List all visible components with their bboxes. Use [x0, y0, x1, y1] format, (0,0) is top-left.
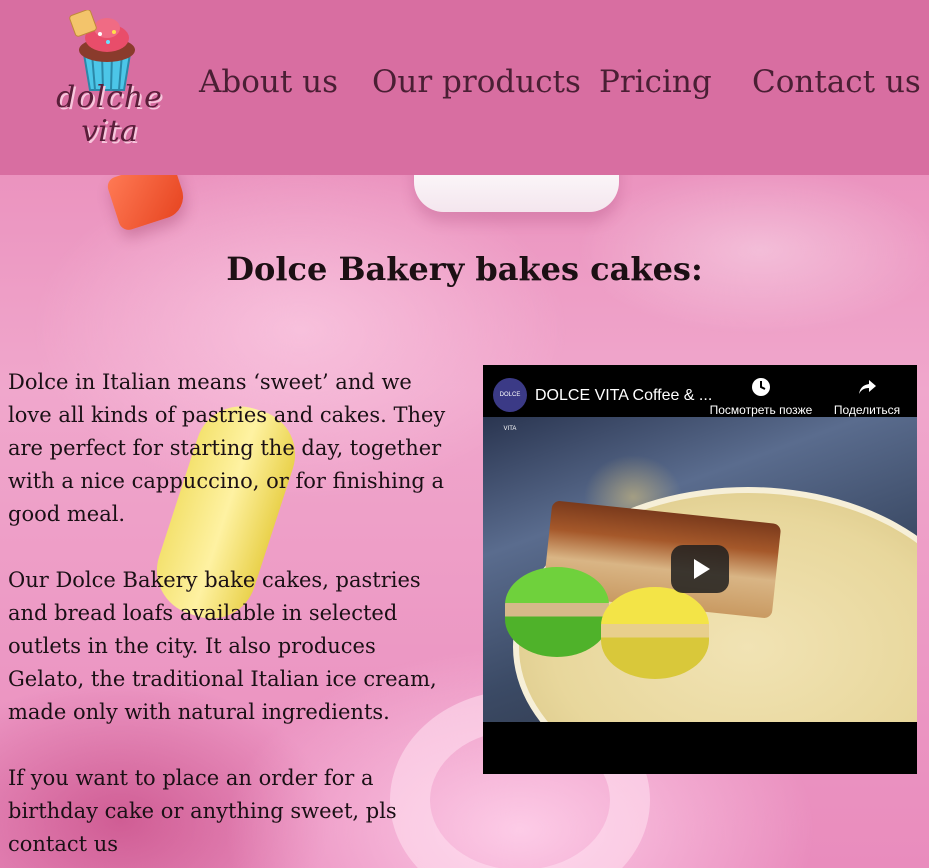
main-navigation: About us Our products Pricing Contact us: [0, 64, 929, 114]
nav-about-us[interactable]: About us: [199, 64, 338, 100]
clock-icon: [752, 378, 770, 396]
share-icon: [859, 380, 876, 394]
watch-later-button[interactable]: Посмотреть позже: [705, 377, 817, 417]
video-thumbnail[interactable]: [483, 417, 917, 722]
macaron-yellow-image: [601, 587, 709, 679]
video-title[interactable]: DOLCE VITA Coffee & ...: [535, 387, 712, 405]
play-icon[interactable]: [671, 545, 729, 593]
logo-text-line2: vita: [81, 114, 138, 149]
intro-paragraph: Our Dolce Bakery bake cakes, pastries an…: [8, 568, 437, 724]
nav-contact-us[interactable]: Contact us: [752, 64, 921, 100]
intro-paragraph: If you want to place an order for a birt…: [8, 766, 397, 856]
channel-avatar[interactable]: DOLCE VITA: [493, 378, 527, 432]
share-button[interactable]: Поделиться: [827, 377, 907, 417]
share-label: Поделиться: [833, 403, 901, 417]
video-top-bar: DOLCE VITA DOLCE VITA Coffee & ... Посмо…: [483, 365, 917, 432]
nav-pricing[interactable]: Pricing: [599, 64, 712, 100]
intro-paragraph: Dolce in Italian means ‘sweet’ and we lo…: [8, 370, 446, 526]
watch-later-label: Посмотреть позже: [709, 403, 813, 417]
page-title: Dolce Bakery bakes cakes:: [226, 250, 703, 288]
intro-text: Dolce in Italian means ‘sweet’ and we lo…: [8, 366, 448, 868]
nav-our-products[interactable]: Our products: [372, 64, 581, 100]
macaron-green-image: [505, 567, 609, 657]
video-embed[interactable]: DOLCE VITA DOLCE VITA Coffee & ... Посмо…: [483, 365, 917, 774]
site-header: dolche vita About us Our products Pricin…: [0, 0, 929, 175]
